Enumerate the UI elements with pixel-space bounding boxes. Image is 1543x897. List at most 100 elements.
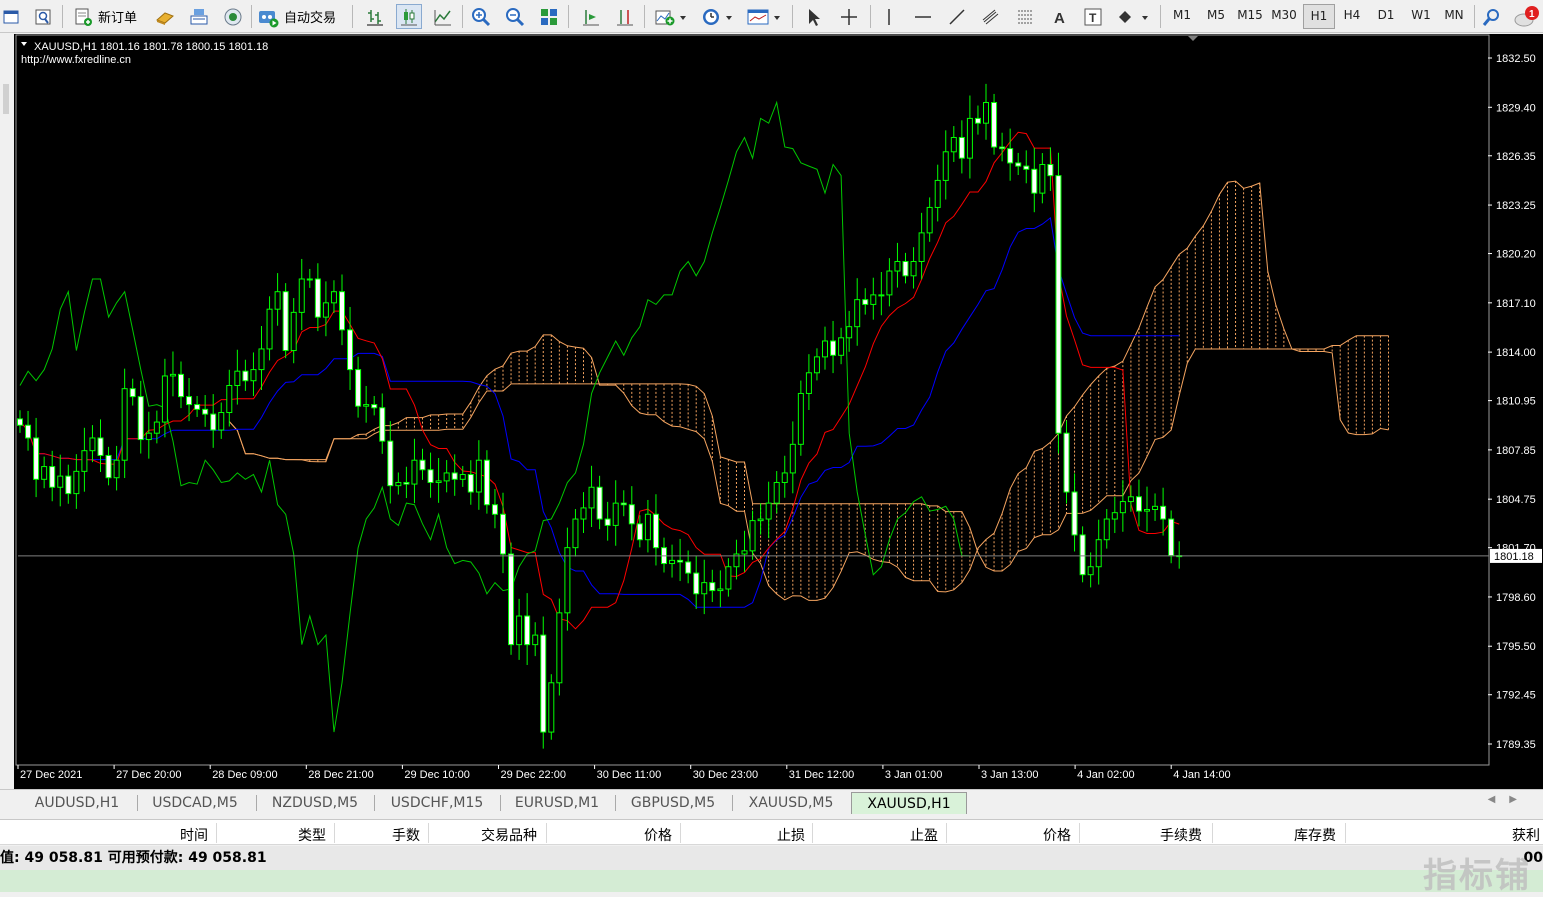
candle-bull [886,270,893,296]
candle-bull [226,384,233,414]
col-price[interactable]: 价格 [1043,825,1071,845]
candle-bear [339,291,345,331]
col-profit[interactable]: 获利 [1512,825,1540,845]
new-order-icon[interactable] [70,4,96,29]
col-symbol[interactable]: 交易品种 [481,825,537,845]
y-tick-label: 1820.20 [1496,249,1536,261]
candle-bull [1111,512,1118,520]
tab-usdcad-m5[interactable]: USDCAD,M5 [140,792,250,814]
chart-shift-icon[interactable] [612,4,638,29]
tab-usdchf-m15[interactable]: USDCHF,M15 [376,792,498,814]
search-icon[interactable] [1480,4,1504,29]
price-axis: 1832.50 1829.40 1826.35 1823.25 1820.20 1817.… [1488,53,1542,751]
candle-bull [556,612,563,684]
bar-chart-icon[interactable] [362,4,388,29]
auto-trading-button[interactable]: 自动交易 [284,7,336,26]
horizontal-line-icon[interactable] [910,4,936,29]
candle-bull [266,308,273,350]
candle-bull [894,260,901,272]
notifications-icon[interactable]: 1 [1512,4,1542,29]
auto-trading-icon[interactable] [255,4,281,29]
candle-bear [500,513,506,555]
cursor-icon[interactable] [800,4,826,29]
chart-window[interactable]: 1832.50 1829.40 1826.35 1823.25 1820.20 1817.… [14,34,1543,789]
text-label-icon[interactable]: T [1080,4,1106,29]
timeframe-m15[interactable]: M15 [1234,8,1266,22]
tile-windows-icon[interactable] [536,4,562,29]
candle-bull [725,566,732,590]
zoom-out-icon[interactable] [502,4,528,29]
x-tick-label: 3 Jan 01:00 [885,769,943,781]
timeframe-mn[interactable]: MN [1438,8,1470,22]
profiles-icon[interactable] [30,4,56,29]
tab-gbpusd-m5[interactable]: GBPUSD,M5 [617,792,729,814]
candle-bull [81,450,88,472]
equidistant-channel-icon[interactable] [978,4,1004,29]
indicators-icon[interactable] [652,4,690,29]
candle-bull [854,299,861,328]
x-tick-label: 30 Dec 23:00 [693,769,758,781]
timeframe-m1[interactable]: M1 [1166,8,1198,22]
tab-xauusd-m5[interactable]: XAUUSD,M5 [734,792,848,814]
x-tick-label: 4 Jan 14:00 [1173,769,1231,781]
timeframe-m5[interactable]: M5 [1200,8,1232,22]
candle-bear [387,440,394,487]
candle-bear [1168,518,1175,557]
new-chart-icon[interactable] [0,4,22,29]
candle-bull [516,615,523,646]
line-chart-icon[interactable] [430,4,456,29]
navigator-icon[interactable] [220,4,246,29]
candlestick-chart-icon[interactable] [396,4,422,29]
tab-scroll-arrows[interactable]: ◀▶ [1488,794,1531,805]
timeframe-d1[interactable]: D1 [1370,8,1402,22]
y-tick-label: 1807.85 [1496,445,1536,457]
svg-text:A: A [1054,10,1065,27]
auto-scroll-icon[interactable] [578,4,604,29]
zoom-in-icon[interactable] [468,4,494,29]
timeframe-h4[interactable]: H4 [1336,8,1368,22]
periods-icon[interactable] [698,4,736,29]
new-order-button[interactable]: 新订单 [98,7,137,26]
candle-bear [17,418,23,426]
crosshair-icon[interactable] [836,4,862,29]
candle-bear [210,413,217,431]
timeframe-h1[interactable]: H1 [1303,4,1335,29]
candle-bull [395,481,402,487]
candle-bear [491,504,498,515]
col-stop-loss[interactable]: 止损 [777,825,805,845]
candle-bull [548,682,555,733]
candle-bull [749,520,756,552]
timeframe-m30[interactable]: M30 [1268,8,1300,22]
shift-marker-icon[interactable] [1188,36,1198,41]
candles [17,83,1183,749]
y-tick-label: 1817.10 [1496,298,1536,310]
tab-audusd-h1[interactable]: AUDUSD,H1 [22,792,132,814]
fibonacci-icon[interactable] [1012,4,1038,29]
col-time[interactable]: 时间 [180,825,208,845]
candle-bear [355,369,362,407]
candle-bear [862,299,869,305]
trendline-icon[interactable] [944,4,970,29]
market-watch-icon[interactable] [152,4,178,29]
col-volume[interactable]: 手数 [392,825,420,845]
candle-bull [113,459,120,479]
candle-bear [1063,432,1070,493]
col-open-price[interactable]: 价格 [644,825,672,845]
text-icon[interactable]: A [1046,4,1072,29]
scroll-handle[interactable] [3,84,9,114]
xauusd-h1-chart[interactable]: 1832.50 1829.40 1826.35 1823.25 1820.20 1817.… [14,34,1543,789]
tab-xauusd-h1[interactable]: XAUUSD,H1 [851,792,967,814]
tab-nzdusd-m5[interactable]: NZDUSD,M5 [260,792,370,814]
chart-menu-icon[interactable] [21,42,27,46]
col-swap[interactable]: 库存费 [1294,825,1336,845]
timeframe-w1[interactable]: W1 [1405,8,1437,22]
tab-eurusd-m1[interactable]: EURUSD,M1 [503,792,611,814]
arrows-icon[interactable] [1114,4,1152,29]
templates-icon[interactable] [744,4,784,29]
data-window-icon[interactable] [186,4,212,29]
vertical-line-icon[interactable] [876,4,902,29]
col-commission[interactable]: 手续费 [1160,825,1202,845]
col-type[interactable]: 类型 [298,825,326,845]
candle-bull [290,311,297,352]
col-take-profit[interactable]: 止盈 [910,825,938,845]
